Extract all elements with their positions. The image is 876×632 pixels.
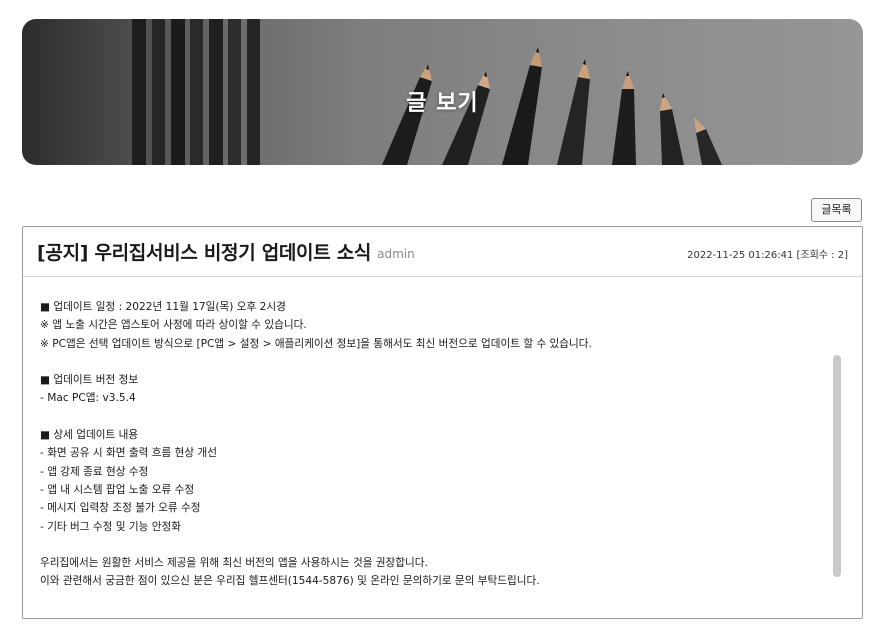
page-title: 글 보기	[406, 91, 479, 116]
body-line: ※ 앱 노출 시간은 앱스토어 사정에 따라 상이할 수 있습니다.	[40, 319, 307, 332]
body-line: ■ 상세 업데이트 내용	[40, 429, 139, 442]
body-line: - 앱 내 시스템 팝업 노출 오류 수정	[40, 483, 195, 496]
body-line: - 화면 공유 시 화면 출력 흐름 현상 개선	[40, 447, 217, 460]
post-title: [공지] 우리집서비스 비정기 업데이트 소식	[37, 242, 372, 264]
body-line: ■ 업데이트 일정 : 2022년 11월 17일(목) 오후 2시경	[40, 301, 286, 313]
body-line: - 기타 버그 수정 및 기능 안정화	[40, 520, 181, 533]
body-line: ■ 업데이트 버전 정보	[40, 374, 139, 387]
post-author: admin	[377, 247, 415, 261]
body-line: 이와 관련해서 궁금한 점이 있으신 분은 우리집 헬프센터(1544-5876…	[40, 575, 540, 588]
body-line: - 앱 강제 종료 현상 수정	[40, 465, 149, 478]
body-line: - 메시지 입력창 조정 불가 오류 수정	[40, 502, 201, 515]
header-banner: 글 보기	[22, 19, 863, 165]
body-line: ※ PC앱은 선택 업데이트 방식으로 [PC앱 > 설정 > 애플리케이션 정…	[40, 337, 592, 350]
list-button[interactable]: 글목록	[811, 198, 862, 222]
body-line: - Mac PC앱: v3.5.4	[40, 392, 136, 405]
body-line: 우리집에서는 원활한 서비스 제공을 위해 최신 버전의 앱을 사용하시는 것을…	[40, 557, 428, 570]
post-body: ■ 업데이트 일정 : 2022년 11월 17일(목) 오후 2시경 ※ 앱 …	[23, 277, 862, 618]
post-panel: [공지] 우리집서비스 비정기 업데이트 소식 admin 2022-11-25…	[22, 226, 863, 619]
content-scrollbar[interactable]	[833, 355, 841, 577]
post-meta: 2022-11-25 01:26:41 [조회수 : 2]	[687, 250, 848, 261]
post-header: [공지] 우리집서비스 비정기 업데이트 소식 admin 2022-11-25…	[23, 227, 862, 277]
